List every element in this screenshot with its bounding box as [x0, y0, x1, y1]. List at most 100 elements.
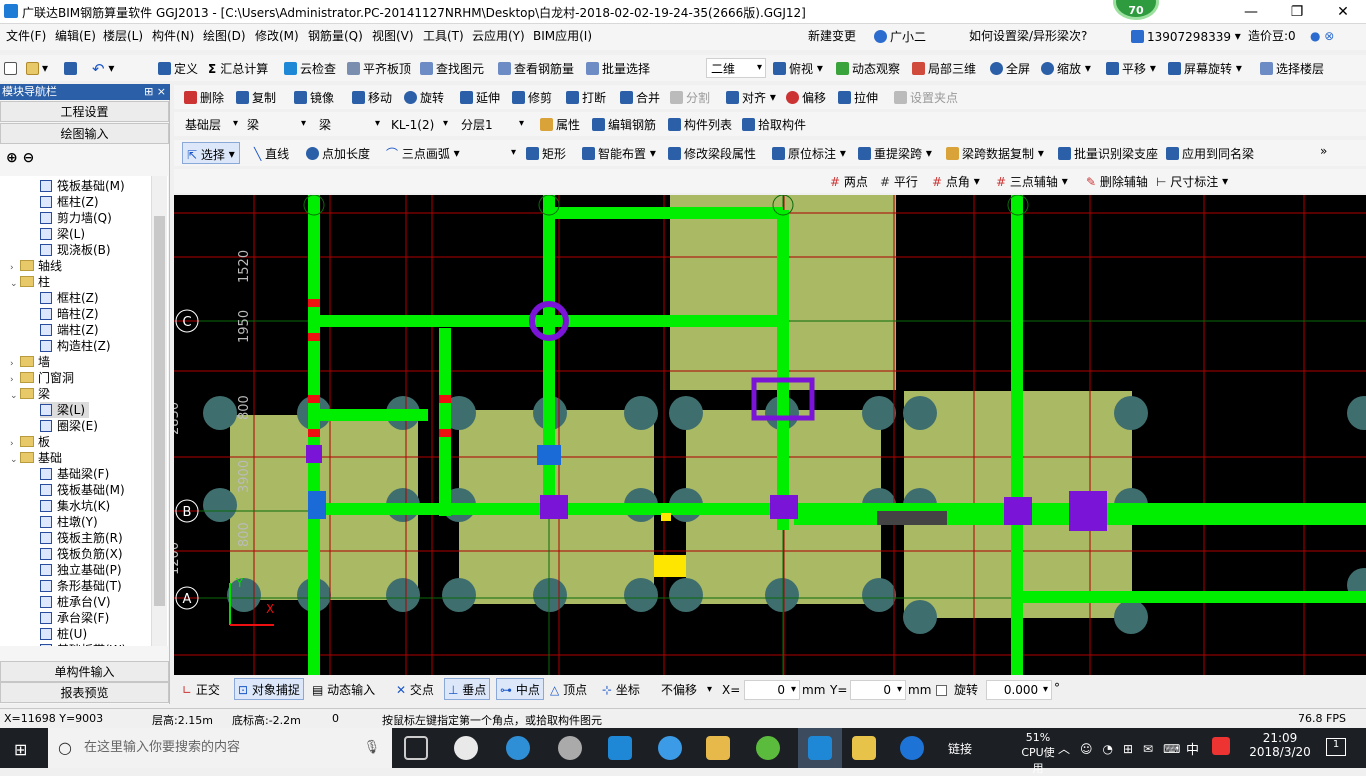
snap-coordinate-toggle[interactable]: ⊹ 坐标 — [602, 679, 640, 701]
task-view-icon[interactable] — [404, 736, 428, 760]
offset-button[interactable]: 偏移 — [786, 86, 826, 108]
floor-select[interactable]: 基础层 — [180, 114, 242, 134]
tree-node[interactable]: 暗柱(Z) — [40, 306, 99, 322]
explorer-app-icon[interactable] — [706, 736, 730, 760]
plan-drawing[interactable]: C B A 1520 1950 2850 800 3900 800 1200 Y… — [174, 195, 1366, 675]
object-snap-toggle[interactable]: ⊡ 对象捕捉 — [234, 678, 304, 700]
new-change-menu[interactable]: 新建变更 — [808, 24, 856, 48]
expand-arrow-icon[interactable]: ⌄ — [10, 452, 20, 468]
view-2d-select[interactable]: 二维 — [706, 58, 766, 78]
tree-node[interactable]: 框柱(Z) — [40, 290, 99, 306]
snap-intersection-toggle[interactable]: ✕ 交点 — [396, 679, 434, 701]
batch-identify-support-button[interactable]: 批量识别梁支座 — [1058, 142, 1158, 164]
tree-node[interactable]: ⌄ 柱 — [10, 274, 50, 290]
find-element-button[interactable]: 查找图元 — [420, 57, 484, 79]
menu-edit[interactable]: 编辑(E) — [55, 24, 96, 48]
expand-arrow-icon[interactable]: ⌄ — [10, 388, 20, 404]
stretch-button[interactable]: 拉伸 — [838, 86, 878, 108]
select-floor-button[interactable]: 选择楼层 — [1260, 57, 1324, 79]
tree-node[interactable]: 框柱(Z) — [40, 194, 99, 210]
dynamic-input-toggle[interactable]: ▤ 动态输入 — [312, 679, 375, 701]
help-question[interactable]: 如何设置梁/异形梁次? — [969, 24, 1087, 48]
tree-node[interactable]: 构造柱(Z) — [40, 338, 111, 354]
glodon-app-icon[interactable] — [798, 728, 842, 768]
toolbar-overflow[interactable]: » — [1320, 140, 1327, 162]
ie2-app-icon[interactable] — [658, 736, 682, 760]
tree-node[interactable]: 桩(U) — [40, 626, 87, 642]
three-point-axis-button[interactable]: # 三点辅轴 ▾ — [996, 170, 1068, 192]
menu-floor[interactable]: 楼层(L) — [103, 24, 143, 48]
g-app-icon[interactable] — [900, 736, 924, 760]
tree-node[interactable]: 条形基础(T) — [40, 578, 122, 594]
tree-node[interactable]: › 轴线 — [10, 258, 62, 274]
ime-indicator[interactable]: 中 — [1186, 739, 1199, 758]
trim-button[interactable]: 修剪 — [512, 86, 552, 108]
rotate-checkbox[interactable] — [936, 685, 947, 696]
rotate-button[interactable]: 旋转 — [404, 86, 444, 108]
define-button[interactable]: 定义 — [158, 57, 198, 79]
ie-app-icon[interactable] — [506, 736, 530, 760]
menu-bim[interactable]: BIM应用(I) — [533, 24, 592, 48]
tree-node[interactable]: 筏板主筋(R) — [40, 530, 123, 546]
tree-node[interactable]: 独立基础(P) — [40, 562, 122, 578]
tree-node[interactable]: 基础梁(F) — [40, 466, 109, 482]
windows-start-icon[interactable]: ⊞ — [14, 740, 27, 759]
delete-button[interactable]: 删除 — [184, 86, 224, 108]
notes-app-icon[interactable] — [852, 736, 876, 760]
tree-node[interactable]: 端柱(Z) — [40, 322, 99, 338]
layer-select[interactable]: 分层1 — [456, 114, 528, 134]
point-angle-axis-button[interactable]: # 点角 ▾ — [932, 170, 980, 192]
maximize-button[interactable]: ❐ — [1274, 0, 1320, 24]
tree-node[interactable]: 基础板带(W) — [40, 642, 126, 646]
component-list-button[interactable]: 构件列表 — [668, 113, 732, 135]
tree-node[interactable]: 圈梁(E) — [40, 418, 98, 434]
edge-app-icon[interactable] — [608, 736, 632, 760]
edit-rebar-button[interactable]: 编辑钢筋 — [592, 113, 656, 135]
properties-button[interactable]: 属性 — [540, 113, 580, 135]
fan-app-icon[interactable] — [454, 736, 478, 760]
expand-arrow-icon[interactable]: ⌄ — [10, 276, 20, 292]
user-account[interactable]: 13907298339 ▾ — [1131, 24, 1241, 48]
component-name-select[interactable]: KL-1(2) — [386, 114, 452, 134]
rectangle-button[interactable]: 矩形 — [526, 142, 566, 164]
drawing-input-button[interactable]: 绘图输入 — [0, 123, 169, 144]
sogou-tray-icon[interactable] — [1212, 737, 1230, 755]
expand-collapse-icons[interactable]: ⊕ ⊖ — [6, 150, 34, 166]
break-button[interactable]: 打断 — [566, 86, 606, 108]
two-point-axis-button[interactable]: # 两点 — [830, 170, 868, 192]
split-button[interactable]: 分割 — [670, 86, 710, 108]
cloud-check-button[interactable]: 云检查 — [284, 57, 336, 79]
green-app-icon[interactable] — [756, 736, 780, 760]
clock[interactable]: 21:09 2018/3/20 — [1248, 731, 1312, 759]
tree-node[interactable]: 筏板基础(M) — [40, 482, 125, 498]
tree-node[interactable]: 桩承台(V) — [40, 594, 111, 610]
notification-icon[interactable]: 1 — [1326, 738, 1346, 756]
pan-button[interactable]: 平移 ▾ — [1106, 57, 1156, 79]
snap-perpendicular-toggle[interactable]: ⊥ 垂点 — [444, 678, 491, 700]
menu-modify[interactable]: 修改(M) — [255, 24, 299, 48]
arc-option-select[interactable] — [464, 143, 520, 163]
point-length-button[interactable]: 点加长度 — [306, 142, 370, 164]
pick-component-button[interactable]: 拾取构件 — [742, 113, 806, 135]
tree-node[interactable]: ⌄ 梁 — [10, 386, 50, 402]
ortho-toggle[interactable]: ∟ 正交 — [182, 679, 220, 701]
mirror-button[interactable]: 镜像 — [294, 86, 334, 108]
tree-node[interactable]: ⌄ 基础 — [10, 450, 62, 466]
set-grip-button[interactable]: 设置夹点 — [894, 86, 958, 108]
minimize-button[interactable]: — — [1228, 0, 1274, 24]
offset-mode-select[interactable]: 不偏移 — [656, 680, 716, 700]
close-info-icon[interactable]: ● ⊗ — [1310, 24, 1334, 48]
save-icon[interactable] — [64, 57, 80, 79]
move-button[interactable]: 移动 — [352, 86, 392, 108]
engineering-settings-button[interactable]: 工程设置 — [0, 101, 169, 122]
nav-pin-icon[interactable]: ⊞ × — [144, 84, 166, 100]
dynamic-orbit-button[interactable]: 动态观察 — [836, 57, 900, 79]
three-point-arc-button[interactable]: ⌒ 三点画弧 ▾ — [386, 142, 460, 164]
open-file-icon[interactable]: ▾ — [26, 57, 48, 79]
tree-node[interactable]: 筏板负筋(X) — [40, 546, 123, 562]
links-toolbar[interactable]: 链接 — [948, 740, 972, 757]
in-situ-annotation-button[interactable]: 原位标注 ▾ — [772, 142, 846, 164]
menu-tools[interactable]: 工具(T) — [423, 24, 464, 48]
select-tool-button[interactable]: ⇱ 选择 ▾ — [182, 142, 240, 164]
snap-midpoint-toggle[interactable]: ⊶ 中点 — [496, 678, 544, 700]
